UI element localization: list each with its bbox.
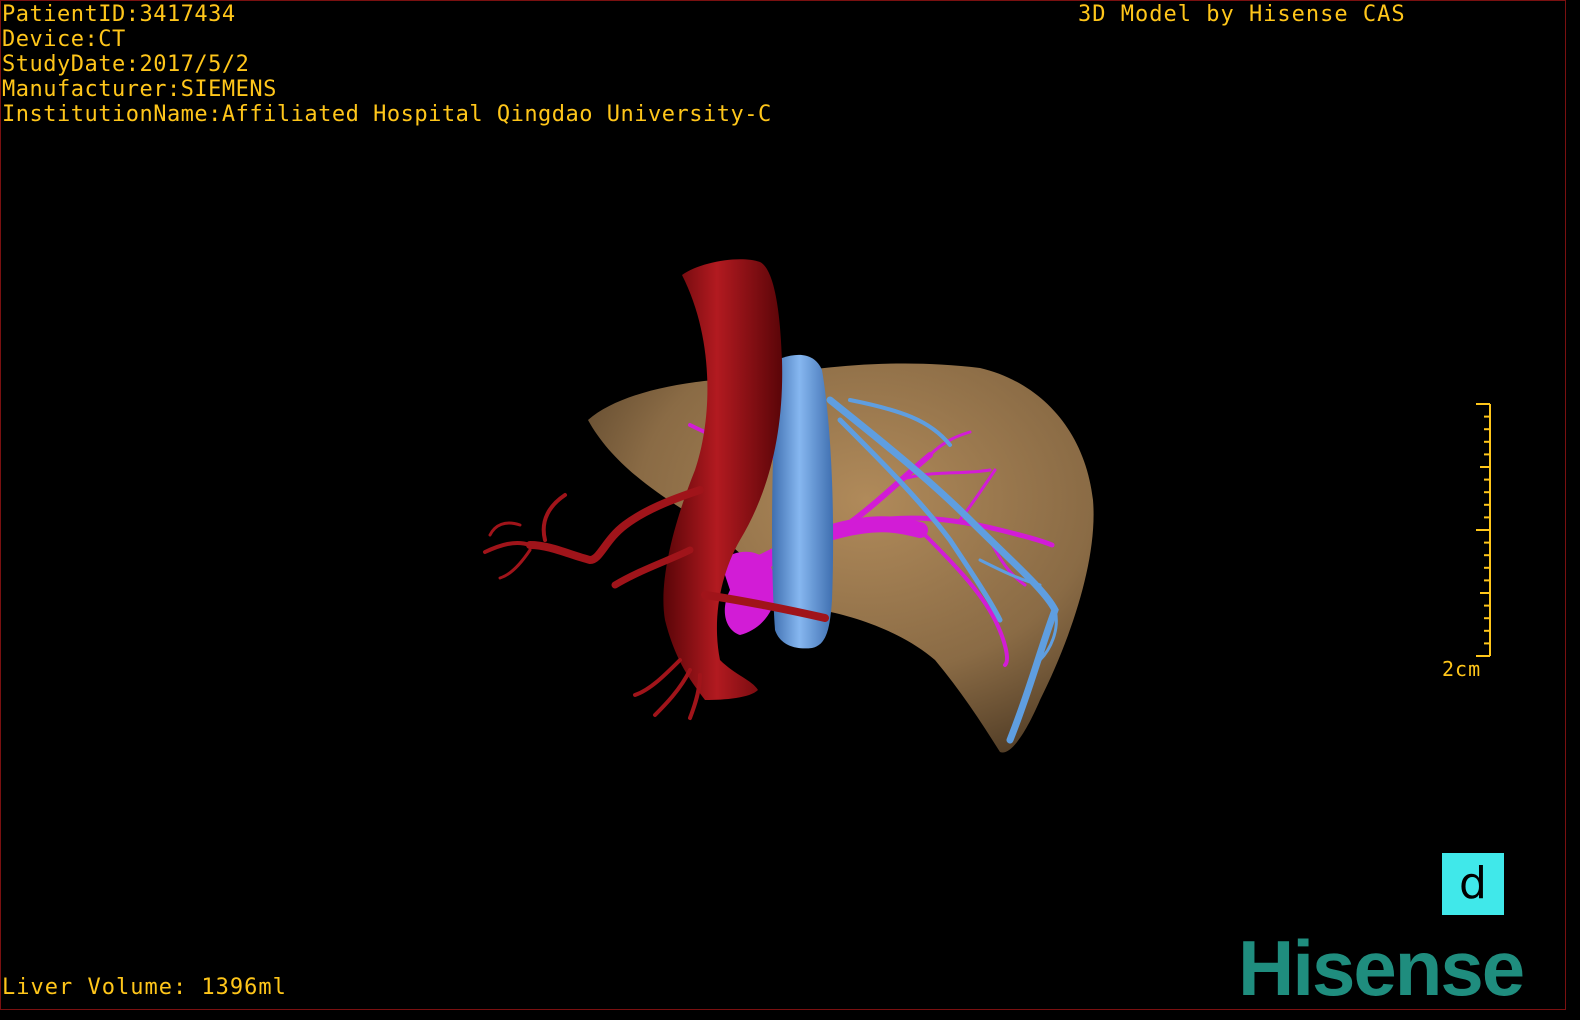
scale-bar	[1476, 403, 1491, 657]
manufacturer: Manufacturer:SIEMENS	[2, 77, 277, 102]
orientation-cube[interactable]: d	[1442, 853, 1504, 915]
device: Device:CT	[2, 27, 126, 52]
liver-3d-render[interactable]	[0, 0, 1580, 1020]
dicom-info-overlay: PatientID:3417434 Device:CT StudyDate:20…	[2, 2, 772, 127]
hisense-logo: Hisense	[1238, 924, 1525, 1012]
model-credit: 3D Model by Hisense CAS	[1078, 2, 1406, 27]
scale-bar-label: 2cm	[1442, 657, 1482, 681]
liver-volume: Liver Volume: 1396ml	[2, 975, 287, 1000]
patient-id: PatientID:3417434	[2, 2, 236, 27]
study-date: StudyDate:2017/5/2	[2, 52, 250, 77]
institution-name: InstitutionName:Affiliated Hospital Qing…	[2, 102, 772, 127]
